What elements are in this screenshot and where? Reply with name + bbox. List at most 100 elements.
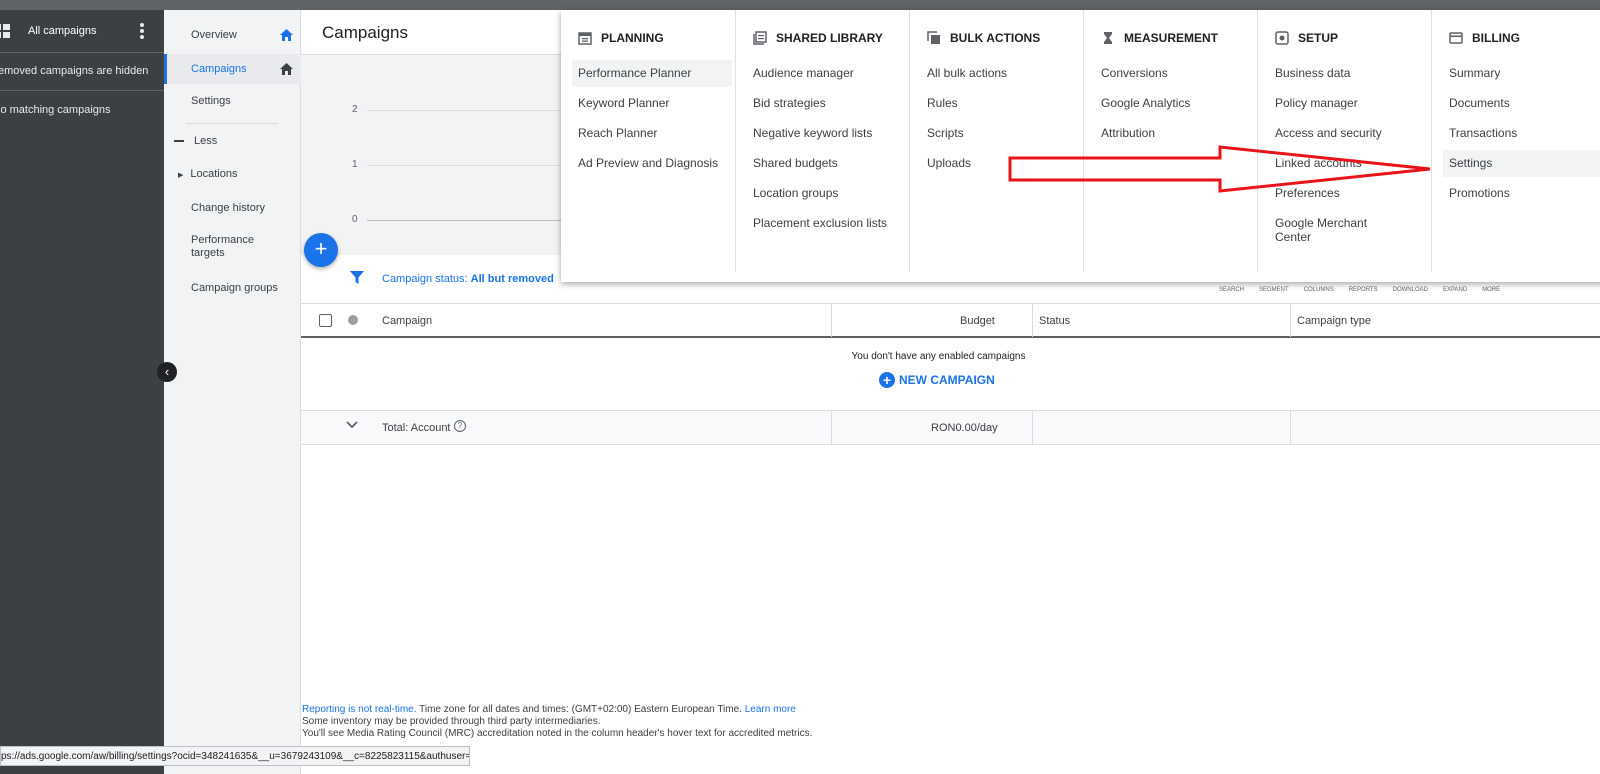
segment-tool[interactable]: SEGMENT bbox=[1259, 287, 1289, 293]
menu-item-uploads[interactable]: Uploads bbox=[921, 150, 1081, 177]
columns-tool[interactable]: COLUMNS bbox=[1304, 287, 1334, 293]
footer-notes: Reporting is not real-time. Time zone fo… bbox=[302, 704, 812, 740]
menu-item-audience-manager[interactable]: Audience manager bbox=[747, 60, 907, 87]
menu-item-placement-exclusion-lists[interactable]: Placement exclusion lists bbox=[747, 210, 907, 237]
y-tick: 0 bbox=[352, 214, 358, 225]
grid-icon bbox=[0, 24, 12, 38]
total-row: Total: Account ? RON0.00/day bbox=[301, 410, 1600, 445]
hourglass-icon bbox=[1104, 32, 1112, 44]
filter-value: All but removed bbox=[470, 273, 554, 285]
column-campaign[interactable]: Campaign bbox=[382, 315, 432, 327]
status-url: ps://ads.google.com/aw/billing/settings?… bbox=[0, 746, 470, 766]
more-tool[interactable]: MORE bbox=[1482, 287, 1500, 293]
menu-item-billing-settings[interactable]: Settings bbox=[1443, 150, 1600, 177]
menu-column-billing: BILLING Summary Documents Transactions S… bbox=[1432, 10, 1600, 272]
card-icon bbox=[1449, 32, 1463, 44]
search-tool[interactable]: SEARCH bbox=[1219, 287, 1244, 293]
nav-item-label: Settings bbox=[191, 95, 231, 107]
menu-item-location-groups[interactable]: Location groups bbox=[747, 180, 907, 207]
nav-item-settings[interactable]: Settings bbox=[164, 90, 301, 112]
all-campaigns-label[interactable]: All campaigns bbox=[28, 25, 96, 37]
table-toolbar: SEARCH SEGMENT COLUMNS REPORTS DOWNLOAD … bbox=[1219, 287, 1515, 293]
collapse-panel-button[interactable]: ‹ bbox=[157, 362, 177, 382]
heading-label: BILLING bbox=[1472, 31, 1520, 45]
menu-item-performance-planner[interactable]: Performance Planner bbox=[572, 60, 732, 87]
y-tick: 2 bbox=[352, 104, 358, 115]
campaign-tree-header[interactable]: All campaigns bbox=[0, 10, 164, 53]
nav-item-label: Locations bbox=[190, 168, 238, 180]
setup-icon bbox=[1275, 31, 1289, 45]
total-label: Total: Account bbox=[382, 422, 451, 434]
heading-label: SETUP bbox=[1298, 31, 1339, 45]
menu-item-policy-manager[interactable]: Policy manager bbox=[1269, 90, 1429, 117]
learn-more-link[interactable]: Learn more bbox=[745, 704, 796, 715]
help-icon[interactable]: ? bbox=[454, 420, 466, 432]
nav-item-change-history[interactable]: Change history bbox=[164, 197, 301, 219]
tools-menu: PLANNING Performance Planner Keyword Pla… bbox=[561, 10, 1600, 282]
column-divider bbox=[1032, 411, 1033, 445]
add-campaign-fab[interactable]: + bbox=[304, 233, 338, 267]
y-tick: 1 bbox=[352, 159, 358, 170]
column-status[interactable]: Status bbox=[1039, 315, 1070, 327]
menu-item-documents[interactable]: Documents bbox=[1443, 90, 1600, 117]
menu-item-transactions[interactable]: Transactions bbox=[1443, 120, 1600, 147]
menu-item-preferences[interactable]: Preferences bbox=[1269, 180, 1429, 207]
copy-icon bbox=[927, 31, 940, 44]
menu-item-scripts[interactable]: Scripts bbox=[921, 120, 1081, 147]
nav-item-label: Campaign groups bbox=[191, 282, 278, 294]
menu-item-google-merchant-center[interactable]: Google Merchant Center bbox=[1269, 210, 1379, 244]
menu-item-shared-budgets[interactable]: Shared budgets bbox=[747, 150, 907, 177]
campaign-status-filter[interactable]: Campaign status: All but removed bbox=[382, 273, 554, 285]
empty-message: You don't have any enabled campaigns bbox=[851, 351, 1026, 362]
calendar-icon bbox=[578, 32, 592, 45]
menu-item-all-bulk-actions[interactable]: All bulk actions bbox=[921, 60, 1081, 87]
reporting-link[interactable]: Reporting is not real-time. bbox=[302, 704, 417, 715]
nav-item-campaigns[interactable]: Campaigns bbox=[164, 54, 301, 84]
expand-tool[interactable]: EXPAND bbox=[1443, 287, 1467, 293]
menu-column-bulk-actions: BULK ACTIONS All bulk actions Rules Scri… bbox=[910, 10, 1084, 272]
column-campaign-type[interactable]: Campaign type bbox=[1297, 315, 1371, 327]
reports-tool[interactable]: REPORTS bbox=[1349, 287, 1378, 293]
nav-item-performance-targets[interactable]: Performance targets bbox=[164, 234, 264, 260]
column-budget[interactable]: Budget bbox=[960, 315, 995, 327]
menu-item-summary[interactable]: Summary bbox=[1443, 60, 1600, 87]
menu-item-attribution[interactable]: Attribution bbox=[1095, 120, 1255, 147]
menu-item-negative-keyword-lists[interactable]: Negative keyword lists bbox=[747, 120, 907, 147]
home-icon bbox=[280, 29, 293, 41]
heading-label: PLANNING bbox=[601, 31, 664, 45]
menu-item-conversions[interactable]: Conversions bbox=[1095, 60, 1255, 87]
menu-item-access-and-security[interactable]: Access and security bbox=[1269, 120, 1429, 147]
campaign-tree-panel: All campaigns emoved campaigns are hidde… bbox=[0, 10, 164, 774]
filter-icon[interactable] bbox=[350, 271, 364, 285]
heading-label: MEASUREMENT bbox=[1124, 31, 1219, 45]
divider bbox=[0, 90, 164, 91]
nav-item-campaign-groups[interactable]: Campaign groups bbox=[164, 277, 301, 299]
select-all-checkbox[interactable] bbox=[319, 314, 332, 327]
menu-item-google-analytics[interactable]: Google Analytics bbox=[1095, 90, 1255, 117]
menu-item-reach-planner[interactable]: Reach Planner bbox=[572, 120, 732, 147]
nav-item-overview[interactable]: Overview bbox=[164, 22, 301, 48]
download-tool[interactable]: DOWNLOAD bbox=[1393, 287, 1428, 293]
menu-item-bid-strategies[interactable]: Bid strategies bbox=[747, 90, 907, 117]
chevron-down-icon[interactable] bbox=[346, 419, 358, 431]
menu-item-linked-accounts[interactable]: Linked accounts bbox=[1269, 150, 1429, 177]
heading-label: BULK ACTIONS bbox=[950, 31, 1041, 45]
nav-item-locations[interactable]: ▶ Locations bbox=[164, 163, 301, 185]
column-divider bbox=[1290, 411, 1291, 445]
menu-item-keyword-planner[interactable]: Keyword Planner bbox=[572, 90, 732, 117]
nav-item-label: Overview bbox=[191, 29, 237, 41]
add-circle-icon: + bbox=[879, 372, 895, 388]
column-heading: BILLING bbox=[1449, 31, 1520, 45]
menu-item-business-data[interactable]: Business data bbox=[1269, 60, 1429, 87]
new-campaign-button[interactable]: + NEW CAMPAIGN bbox=[879, 372, 995, 388]
page-title: Campaigns bbox=[322, 23, 408, 42]
total-budget: RON0.00/day bbox=[931, 422, 998, 434]
menu-item-promotions[interactable]: Promotions bbox=[1443, 180, 1600, 207]
home-icon bbox=[280, 63, 293, 75]
menu-item-ad-preview[interactable]: Ad Preview and Diagnosis bbox=[572, 150, 732, 177]
removed-hidden-notice: emoved campaigns are hidden bbox=[0, 65, 149, 77]
menu-item-rules[interactable]: Rules bbox=[921, 90, 1081, 117]
nav-item-less[interactable]: Less bbox=[164, 130, 301, 152]
more-vert-icon[interactable] bbox=[140, 23, 144, 41]
table-header: Campaign Budget Status Campaign type bbox=[301, 303, 1600, 338]
